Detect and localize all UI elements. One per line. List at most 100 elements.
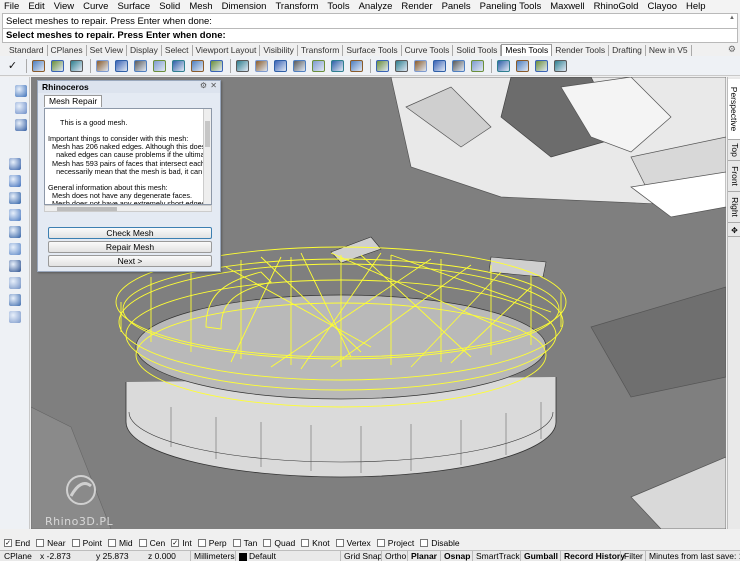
mesh-torus-icon[interactable] [9, 226, 21, 238]
menu-item-render[interactable]: Render [401, 1, 432, 12]
mesh-cylinder-icon[interactable] [9, 158, 21, 170]
mesh-plane-icon[interactable] [9, 243, 21, 255]
mesh-unify-normals-icon[interactable] [374, 58, 391, 74]
osnap-vertex[interactable]: Vertex [335, 538, 371, 548]
osnap-checkbox[interactable] [107, 538, 116, 547]
tab-set-view[interactable]: Set View [87, 45, 128, 56]
tab-surface-tools[interactable]: Surface Tools [343, 45, 402, 56]
mesh-repair-icon[interactable] [533, 58, 550, 74]
osnap-checkbox[interactable] [263, 538, 272, 547]
mesh-point-icon[interactable] [15, 85, 27, 97]
smarttrack-toggle[interactable]: SmartTrack [472, 551, 520, 561]
checkmark-icon[interactable]: ✓ [4, 58, 21, 74]
mesh-count-icon[interactable] [514, 58, 531, 74]
menu-item-panels[interactable]: Panels [442, 1, 471, 12]
osnap-point[interactable]: Point [71, 538, 102, 548]
osnap-checkbox[interactable]: ✓ [4, 538, 12, 547]
tab-mesh-tools[interactable]: Mesh Tools [501, 44, 553, 56]
tab-mesh-repair[interactable]: Mesh Repair [44, 95, 103, 107]
units-label[interactable]: Millimeters [190, 551, 235, 561]
osnap-cen[interactable]: Cen [138, 538, 165, 548]
mesh-extrude-icon[interactable] [234, 58, 251, 74]
menu-item-help[interactable]: Help [686, 1, 706, 12]
record-history-toggle[interactable]: Record History [560, 551, 625, 561]
mesh-triangulate-icon[interactable] [469, 58, 486, 74]
filter-toggle[interactable]: Filter [620, 551, 643, 561]
menu-item-rhinogold[interactable]: RhinoGold [594, 1, 639, 12]
panel-close-icon[interactable]: ✕ [210, 81, 217, 90]
layer-pane[interactable]: Default [235, 551, 276, 561]
tab-drafting[interactable]: Drafting [609, 45, 646, 56]
mesh-smooth-icon[interactable] [495, 58, 512, 74]
mesh-trim-icon[interactable] [329, 58, 346, 74]
mesh-unweld-icon[interactable] [412, 58, 429, 74]
grid-snap-toggle[interactable]: Grid Snap [340, 551, 382, 561]
next-button[interactable]: Next > [48, 255, 212, 267]
osnap-mid[interactable]: Mid [107, 538, 133, 548]
menu-item-solid[interactable]: Solid [159, 1, 180, 12]
menu-item-curve[interactable]: Curve [83, 1, 108, 12]
osnap-checkbox[interactable] [71, 538, 80, 547]
mesh-from-nurbs-icon[interactable] [94, 58, 111, 74]
viewport-tab-top[interactable]: Top [728, 140, 740, 161]
panel-title-bar[interactable]: Rhinoceros ⚙ ✕ [38, 81, 220, 93]
mesh-fill-hole-icon[interactable] [348, 58, 365, 74]
tab-viewport-layout[interactable]: Viewport Layout [193, 45, 261, 56]
mesh-box-icon[interactable] [15, 119, 27, 131]
menu-item-surface[interactable]: Surface [117, 1, 150, 12]
tab-curve-tools[interactable]: Curve Tools [402, 45, 454, 56]
mesh-sphere-icon[interactable] [9, 192, 21, 204]
mesh-weld-icon[interactable] [393, 58, 410, 74]
menu-item-mesh[interactable]: Mesh [189, 1, 212, 12]
tab-cplanes[interactable]: CPlanes [48, 45, 87, 56]
menu-item-tools[interactable]: Tools [327, 1, 349, 12]
osnap-checkbox[interactable] [232, 538, 241, 547]
mesh-plane-icon[interactable] [208, 58, 225, 74]
osnap-int[interactable]: ✓ Int [171, 538, 192, 548]
mesh-quad-icon[interactable] [450, 58, 467, 74]
viewport-tab-add-icon[interactable]: ✥ [728, 225, 740, 237]
mesh-offset-icon[interactable] [253, 58, 270, 74]
mesh-icon[interactable] [49, 58, 66, 74]
tab-select[interactable]: Select [162, 45, 193, 56]
tab-display[interactable]: Display [127, 45, 162, 56]
mesh-heightfield-icon[interactable] [9, 294, 21, 306]
osnap-checkbox[interactable] [376, 538, 385, 547]
mesh-cone-icon[interactable] [9, 175, 21, 187]
tab-transform[interactable]: Transform [298, 45, 344, 56]
menu-item-analyze[interactable]: Analyze [359, 1, 393, 12]
mesh-polygon-icon[interactable] [9, 260, 21, 272]
mesh-patch-icon[interactable] [68, 58, 85, 74]
select-curve-icon[interactable] [30, 58, 47, 74]
mesh-align-icon[interactable] [552, 58, 569, 74]
planar-toggle[interactable]: Planar [407, 551, 437, 561]
osnap-checkbox[interactable]: ✓ [171, 538, 180, 547]
scroll-up-icon[interactable]: ▲ [729, 15, 735, 21]
mesh-cone-icon[interactable] [189, 58, 206, 74]
tab-render-tools[interactable]: Render Tools [552, 45, 610, 56]
osnap-disable[interactable]: Disable [420, 538, 460, 548]
osnap-checkbox[interactable] [301, 538, 310, 547]
mesh-reduce-icon[interactable] [431, 58, 448, 74]
gumball-toggle[interactable]: Gumball [520, 551, 558, 561]
viewport-tab-perspective[interactable]: Perspective [728, 79, 740, 140]
menu-item-view[interactable]: View [54, 1, 74, 12]
check-mesh-button[interactable]: Check Mesh [48, 227, 212, 239]
menu-item-file[interactable]: File [4, 1, 19, 12]
menu-item-edit[interactable]: Edit [28, 1, 44, 12]
menu-item-transform[interactable]: Transform [275, 1, 318, 12]
osnap-quad[interactable]: Quad [263, 538, 295, 548]
osnap-checkbox[interactable] [36, 538, 45, 547]
tab-visibility[interactable]: Visibility [260, 45, 298, 56]
menu-item-paneling-tools[interactable]: Paneling Tools [480, 1, 542, 12]
osnap-project[interactable]: Project [376, 538, 414, 548]
ortho-toggle[interactable]: Ortho [381, 551, 406, 561]
menu-item-clayoo[interactable]: Clayoo [647, 1, 677, 12]
viewport-tab-right[interactable]: Right [728, 192, 740, 223]
osnap-perp[interactable]: Perp [197, 538, 227, 548]
mesh-patch-icon[interactable] [9, 311, 21, 323]
menu-item-dimension[interactable]: Dimension [222, 1, 267, 12]
command-prompt[interactable]: Select meshes to repair. Press Enter whe… [2, 29, 738, 43]
viewport-tab-front[interactable]: Front [728, 161, 740, 192]
mesh-box-icon[interactable] [113, 58, 130, 74]
